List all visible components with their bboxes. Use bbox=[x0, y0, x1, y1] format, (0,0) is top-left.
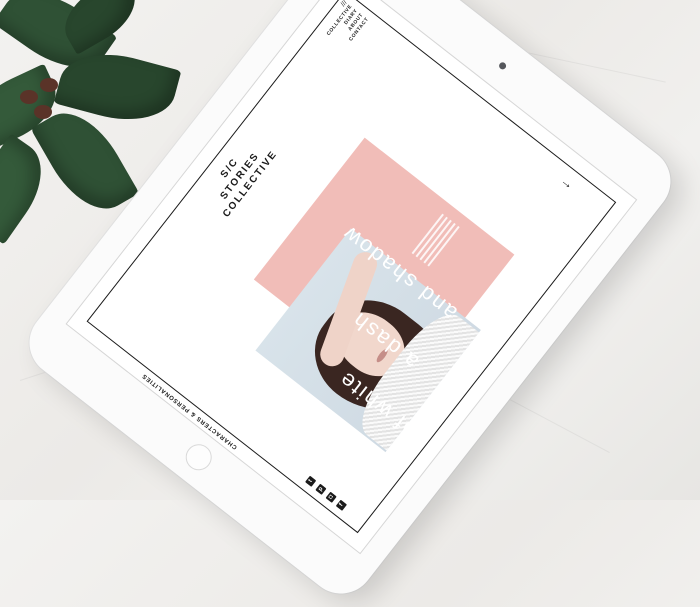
camera-icon bbox=[497, 60, 508, 71]
home-button[interactable] bbox=[180, 439, 217, 476]
